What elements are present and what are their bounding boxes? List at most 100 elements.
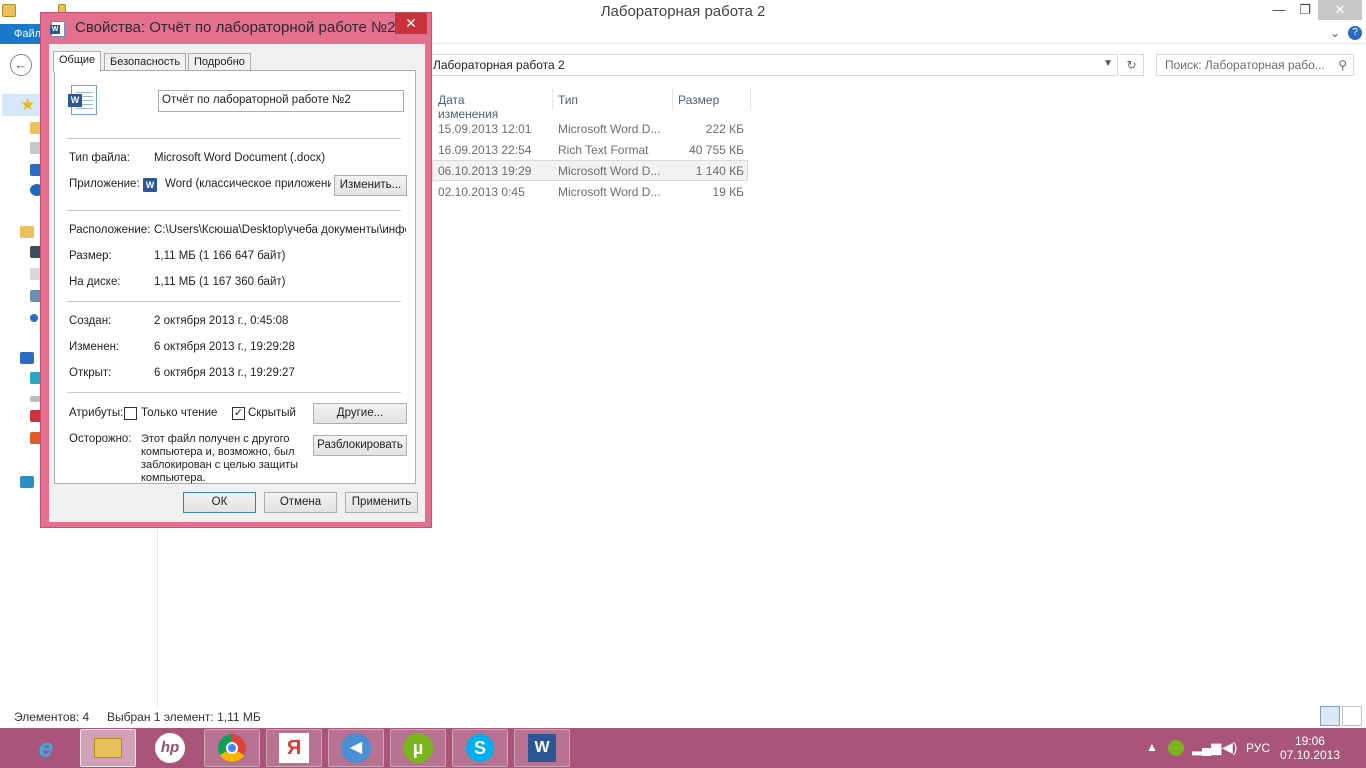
dialog-close-button[interactable]: ✕ — [395, 13, 427, 34]
music-library-icon[interactable] — [30, 314, 38, 322]
refresh-icon[interactable]: ↻ — [1120, 54, 1144, 76]
divider — [67, 301, 401, 302]
large-icons-view-icon[interactable] — [1342, 706, 1362, 726]
file-date: 15.09.2013 12:01 — [438, 122, 532, 136]
file-date: 06.10.2013 19:29 — [438, 164, 532, 178]
tab-details[interactable]: Подробно — [188, 53, 251, 71]
column-date[interactable]: Дата изменения — [438, 93, 498, 121]
tab-general[interactable]: Общие — [53, 51, 102, 72]
other-attributes-button[interactable]: Другие... — [313, 403, 407, 424]
readonly-checkbox[interactable] — [124, 407, 137, 420]
created-label: Создан: — [69, 315, 112, 327]
size-value: 1,11 МБ (1 166 647 байт) — [154, 250, 286, 262]
column-separator[interactable] — [750, 88, 751, 110]
properties-dialog: Свойства: Отчёт по лабораторной работе №… — [40, 12, 432, 528]
word-app-icon: W — [143, 178, 157, 192]
file-row[interactable]: 16.09.2013 22:54 Rich Text Format 40 755… — [432, 139, 748, 160]
utorrent-icon[interactable]: µ — [390, 729, 446, 767]
caution-text: Этот файл получен с другого компьютера и… — [141, 433, 299, 484]
volume-icon[interactable]: ◀) — [1222, 739, 1237, 768]
address-dropdown-icon[interactable]: ▼ — [1103, 58, 1113, 69]
general-tab-panel: Отчёт по лабораторной работе №2 Тип файл… — [54, 70, 416, 484]
close-button[interactable]: ✕ — [1318, 0, 1362, 20]
file-type: Rich Text Format — [558, 143, 649, 157]
help-icon[interactable]: ? — [1348, 26, 1362, 40]
tab-security[interactable]: Безопасность — [104, 53, 187, 71]
unblock-button[interactable]: Разблокировать — [313, 435, 407, 456]
search-icon[interactable]: ⚲ — [1338, 58, 1347, 72]
hp-icon[interactable]: hp — [142, 729, 198, 767]
disk-size-label: На диске: — [69, 276, 121, 288]
caution-label: Осторожно: — [69, 433, 132, 445]
modified-label: Изменен: — [69, 341, 120, 353]
details-view-icon[interactable] — [1320, 706, 1340, 726]
language-indicator[interactable]: РУС — [1246, 741, 1270, 768]
file-type-label: Тип файла: — [69, 152, 130, 164]
column-separator[interactable] — [552, 88, 553, 110]
libraries-icon[interactable] — [20, 226, 34, 238]
selection-info: Выбран 1 элемент: 1,11 МБ — [107, 710, 261, 724]
column-type[interactable]: Тип — [558, 93, 578, 107]
file-row-selected[interactable]: 06.10.2013 19:29 Microsoft Word D... 1 1… — [432, 160, 748, 181]
hidden-checkbox[interactable]: ✓ — [232, 407, 245, 420]
utorrent-tray-icon[interactable] — [1168, 740, 1184, 756]
clock-time: 19:06 — [1294, 734, 1325, 748]
divider — [67, 138, 401, 139]
hidden-label[interactable]: Скрытый — [248, 407, 296, 419]
cancel-button[interactable]: Отмена — [264, 492, 337, 513]
maximize-button[interactable]: ❐ — [1290, 0, 1320, 20]
favorites-item[interactable]: ★ — [2, 94, 42, 116]
taskbar: e hp Я ◀ µ S W ▲ ▂▄▆ ◀) РУС 19:06 07.10.… — [0, 728, 1366, 768]
ribbon-expand-icon[interactable]: ⌄ — [1330, 26, 1340, 40]
clock[interactable]: 19:06 07.10.2013 — [1280, 734, 1340, 762]
file-explorer-icon[interactable] — [80, 729, 136, 767]
file-type: Microsoft Word D... — [558, 122, 661, 136]
computer-icon[interactable] — [20, 352, 34, 364]
item-count: Элементов: 4 — [14, 710, 90, 724]
file-date: 02.10.2013 0:45 — [438, 185, 525, 199]
file-type-value: Microsoft Word Document (.docx) — [154, 152, 326, 164]
dialog-title: Свойства: Отчёт по лабораторной работе №… — [75, 19, 396, 36]
file-type: Microsoft Word D... — [558, 185, 661, 199]
file-size: 40 755 КБ — [689, 143, 744, 157]
network-icon[interactable] — [20, 476, 34, 488]
column-separator[interactable] — [672, 88, 673, 110]
address-bar[interactable]: Лабораторная работа 2 ▼ — [422, 54, 1118, 76]
search-input[interactable]: Поиск: Лабораторная рабо... ⚲ — [1156, 54, 1354, 76]
word-document-icon — [68, 85, 97, 115]
file-type: Microsoft Word D... — [558, 164, 661, 178]
opened-value: 6 октября 2013 г., 19:29:27 — [154, 367, 295, 379]
media-player-icon[interactable]: ◀ — [328, 729, 384, 767]
star-icon: ★ — [20, 95, 36, 114]
word-icon[interactable]: W — [514, 729, 570, 767]
opened-label: Открыт: — [69, 367, 112, 379]
divider — [67, 392, 401, 393]
file-row[interactable]: 02.10.2013 0:45 Microsoft Word D... 19 К… — [432, 181, 748, 202]
file-row[interactable]: 15.09.2013 12:01 Microsoft Word D... 222… — [432, 118, 748, 139]
apply-button[interactable]: Применить — [345, 492, 418, 513]
address-path: Лабораторная работа 2 — [433, 58, 565, 72]
skype-icon[interactable]: S — [452, 729, 508, 767]
application-label: Приложение: — [69, 178, 140, 190]
size-label: Размер: — [69, 250, 112, 262]
disk-size-value: 1,11 МБ (1 167 360 байт) — [154, 276, 286, 288]
file-size: 222 КБ — [705, 122, 744, 136]
readonly-label[interactable]: Только чтение — [141, 407, 217, 419]
change-button[interactable]: Изменить... — [334, 175, 407, 196]
application-value: Word (классическое приложени — [165, 178, 331, 190]
internet-explorer-icon[interactable]: e — [18, 729, 74, 767]
column-size[interactable]: Размер — [678, 93, 719, 107]
file-name-input[interactable]: Отчёт по лабораторной работе №2 — [158, 90, 404, 112]
back-arrow-icon[interactable]: ← — [10, 54, 32, 76]
chrome-icon[interactable] — [204, 729, 260, 767]
location-value: C:\Users\Ксюша\Desktop\учеба документы\и… — [154, 224, 406, 236]
search-placeholder: Поиск: Лабораторная рабо... — [1165, 58, 1325, 72]
yandex-browser-icon[interactable]: Я — [266, 729, 322, 767]
modified-value: 6 октября 2013 г., 19:29:28 — [154, 341, 295, 353]
signal-icon[interactable]: ▂▄▆ — [1192, 740, 1221, 768]
status-bar: Элементов: 4 Выбран 1 элемент: 1,11 МБ — [0, 706, 1366, 728]
file-date: 16.09.2013 22:54 — [438, 143, 532, 157]
ok-button[interactable]: ОК — [183, 492, 256, 513]
file-size: 19 КБ — [712, 185, 744, 199]
show-hidden-icons[interactable]: ▲ — [1146, 740, 1158, 768]
